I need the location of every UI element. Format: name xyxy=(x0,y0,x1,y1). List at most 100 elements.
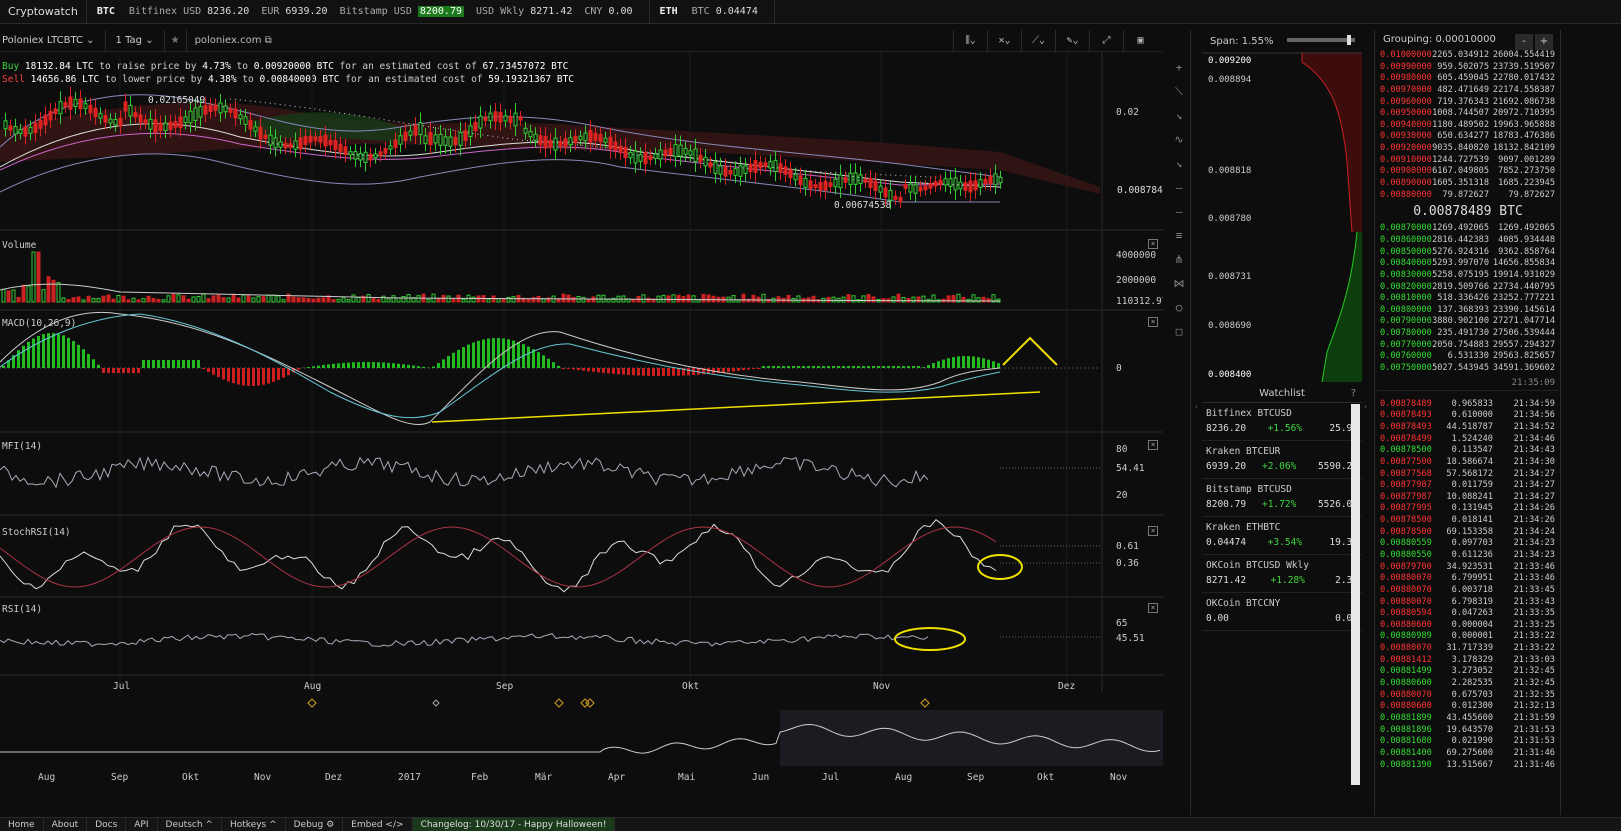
macd-bar xyxy=(747,368,750,370)
macd-bar xyxy=(267,368,270,384)
docs-link[interactable]: Docs xyxy=(87,818,127,831)
trade-row: 0.00880559 0.097703 21:34:23 xyxy=(1377,538,1559,550)
bid-row[interactable]: 0.00780000 235.491730 27506.539444 xyxy=(1377,328,1559,340)
bid-row[interactable]: 0.00750000 5027.543945 34591.369602 xyxy=(1377,363,1559,375)
bid-row[interactable]: 0.00830000 5258.075195 19914.931029 xyxy=(1377,270,1559,282)
ask-row[interactable]: 0.00880000 79.872627 79.872627 xyxy=(1377,190,1559,202)
about-link[interactable]: About xyxy=(44,818,88,831)
brand-logo[interactable]: Cryptowatch xyxy=(0,0,87,24)
order-price: 0.00830000 xyxy=(1380,269,1432,280)
changelog-link[interactable]: Changelog: 10/30/17 - Happy Halloween! xyxy=(412,818,616,831)
market-dropdown[interactable]: Poloniex LTCBTC ⌄ xyxy=(0,29,106,52)
macd-bar xyxy=(777,366,780,368)
home-link[interactable]: Home xyxy=(0,818,44,831)
candle-body xyxy=(513,112,518,127)
calendar-icon[interactable]: ▣ xyxy=(1123,30,1157,52)
debug-button[interactable]: Debug ⚙ xyxy=(286,818,344,831)
watchlist-item[interactable]: OKCoin BTCCNY 0.00 0.00 xyxy=(1202,593,1362,631)
pencil-icon[interactable]: ✎⌄ xyxy=(1055,30,1089,52)
candle-body xyxy=(338,143,343,152)
star-icon[interactable]: ★ xyxy=(165,29,187,52)
macd-bar xyxy=(307,366,310,368)
ray-tool-icon[interactable]: ↘ xyxy=(1168,104,1190,128)
watchlist-item[interactable]: Kraken ETHBTC 0.04474 +3.54% 19.3K xyxy=(1202,517,1362,555)
ask-row[interactable]: 0.00950000 1008.744507 20972.710395 xyxy=(1377,108,1559,120)
bid-row[interactable]: 0.00840000 5293.997070 14656.855834 xyxy=(1377,258,1559,270)
grouping-increase-button[interactable]: + xyxy=(1535,34,1553,50)
main-chart-canvas[interactable]: 0.02165049 0.00674538 0.02 0.0087848 400… xyxy=(0,52,1163,712)
ask-row[interactable]: 0.00980000 605.459045 22780.017432 xyxy=(1377,73,1559,85)
btc-ticker-group[interactable]: BTC Bitfinex USD 8236.20 EUR 6939.20 Bitst… xyxy=(87,0,650,24)
navigator-chart[interactable] xyxy=(0,710,1163,768)
fullscreen-icon[interactable]: ⤢ xyxy=(1089,30,1123,52)
curve-tool-icon[interactable]: ∿ xyxy=(1168,128,1190,152)
pitchfork-tool-icon[interactable]: ⋈ xyxy=(1168,272,1190,296)
span-slider[interactable] xyxy=(1287,35,1355,45)
lines-tool-icon[interactable]: ≡ xyxy=(1168,224,1190,248)
grouping-header: Grouping: 0.00010000 - + xyxy=(1377,30,1559,50)
trade-row: 0.00880550 0.611236 21:34:23 xyxy=(1377,550,1559,562)
macd-bar xyxy=(537,352,540,368)
ask-row[interactable]: 0.00900000 6167.049805 7852.273750 xyxy=(1377,166,1559,178)
hotkeys-dropdown[interactable]: Hotkeys ^ xyxy=(222,818,286,831)
close-icon[interactable]: × xyxy=(1148,317,1158,327)
watchlist-item[interactable]: Kraken BTCEUR 6939.20 +2.06% 5590.29 xyxy=(1202,441,1362,479)
bid-row[interactable]: 0.00860000 2816.442383 4085.934448 xyxy=(1377,235,1559,247)
macd-bar xyxy=(122,368,125,373)
order-price: 0.00940000 xyxy=(1380,119,1432,130)
close-icon[interactable]: × xyxy=(1148,440,1158,450)
short-line-tool-icon[interactable]: – xyxy=(1168,200,1190,224)
rect-tool-icon[interactable]: □ xyxy=(1168,320,1190,344)
ask-row[interactable]: 0.00990000 959.502075 23739.519507 xyxy=(1377,62,1559,74)
watchlist-item[interactable]: OKCoin BTCUSD Wkly 8271.42 +1.28% 2.3M xyxy=(1202,555,1362,593)
period-dropdown[interactable]: 1 Tag ⌄ xyxy=(106,29,165,52)
bid-row[interactable]: 0.00790000 3880.902100 27271.047714 xyxy=(1377,316,1559,328)
ask-row[interactable]: 0.00960000 719.376343 21692.086738 xyxy=(1377,97,1559,109)
site-link[interactable]: poloniex.com ⧉ xyxy=(187,30,282,52)
bid-row[interactable]: 0.00770000 2050.754883 29557.294327 xyxy=(1377,340,1559,352)
language-dropdown[interactable]: Deutsch ^ xyxy=(158,818,222,831)
watchlist-market: Kraken ETHBTC xyxy=(1206,522,1281,533)
candle-body xyxy=(458,132,463,146)
ask-row[interactable]: 0.00890000 1605.351318 1685.223945 xyxy=(1377,178,1559,190)
grouping-decrease-button[interactable]: - xyxy=(1515,34,1533,50)
embed-button[interactable]: Embed </> xyxy=(343,818,413,831)
ask-row[interactable]: 0.00920000 9035.840820 18132.842109 xyxy=(1377,143,1559,155)
ask-row[interactable]: 0.00910000 1244.727539 9097.001289 xyxy=(1377,155,1559,167)
collapse-right-icon[interactable]: › xyxy=(1363,402,1368,411)
macd-bar xyxy=(527,346,530,368)
bid-row[interactable]: 0.00820000 2819.509766 22734.440795 xyxy=(1377,282,1559,294)
close-icon[interactable]: × xyxy=(1148,526,1158,536)
arrow-tool-icon[interactable]: ↘ xyxy=(1168,152,1190,176)
plus-icon[interactable]: + xyxy=(1168,56,1190,80)
close-icon[interactable]: × xyxy=(1148,603,1158,613)
watchlist-scrollbar[interactable] xyxy=(1351,404,1360,785)
volume-bar xyxy=(71,297,76,303)
help-icon[interactable]: ? xyxy=(1351,385,1356,403)
eth-ticker-group[interactable]: ETH BTC 0.04474 xyxy=(650,0,775,24)
ask-row[interactable]: 0.00930000 650.634277 18783.476386 xyxy=(1377,131,1559,143)
event-markers[interactable] xyxy=(307,698,930,708)
bid-row[interactable]: 0.00810000 518.336426 23252.777221 xyxy=(1377,293,1559,305)
line-style-icon[interactable]: ⟋⌄ xyxy=(1021,30,1055,52)
watchlist-item[interactable]: Bitstamp BTCUSD 8200.79 +1.72% 5526.09 xyxy=(1202,479,1362,517)
ask-row[interactable]: 0.00940000 1180.489502 19963.965888 xyxy=(1377,120,1559,132)
navigator-selection[interactable] xyxy=(780,710,1163,766)
bid-row[interactable]: 0.00870000 1269.492065 1269.492065 xyxy=(1377,223,1559,235)
circle-tool-icon[interactable]: ○ xyxy=(1168,296,1190,320)
watchlist-item[interactable]: Bitfinex BTCUSD 8236.20 +1.56% 25.9K xyxy=(1202,403,1362,441)
fib-tool-icon[interactable]: ⋔ xyxy=(1168,248,1190,272)
bid-row[interactable]: 0.00850000 5276.924316 9362.858764 xyxy=(1377,247,1559,259)
candles-icon[interactable]: ⫼⌄ xyxy=(953,30,987,52)
crosshair-icon[interactable]: ✕⌄ xyxy=(987,30,1021,52)
bid-row[interactable]: 0.00800000 137.368393 23390.145614 xyxy=(1377,305,1559,317)
line-tool-icon[interactable]: ⟍ xyxy=(1168,80,1190,104)
api-link[interactable]: API xyxy=(126,818,158,831)
collapse-left-icon[interactable]: ‹ xyxy=(1194,402,1199,411)
span-slider-handle[interactable] xyxy=(1347,35,1351,45)
close-icon[interactable]: × xyxy=(1148,239,1158,249)
bid-row[interactable]: 0.00760000 6.531330 29563.825657 xyxy=(1377,351,1559,363)
candle-body xyxy=(788,169,793,179)
ask-row[interactable]: 0.00970000 482.471649 22174.558387 xyxy=(1377,85,1559,97)
hline-tool-icon[interactable]: — xyxy=(1168,176,1190,200)
